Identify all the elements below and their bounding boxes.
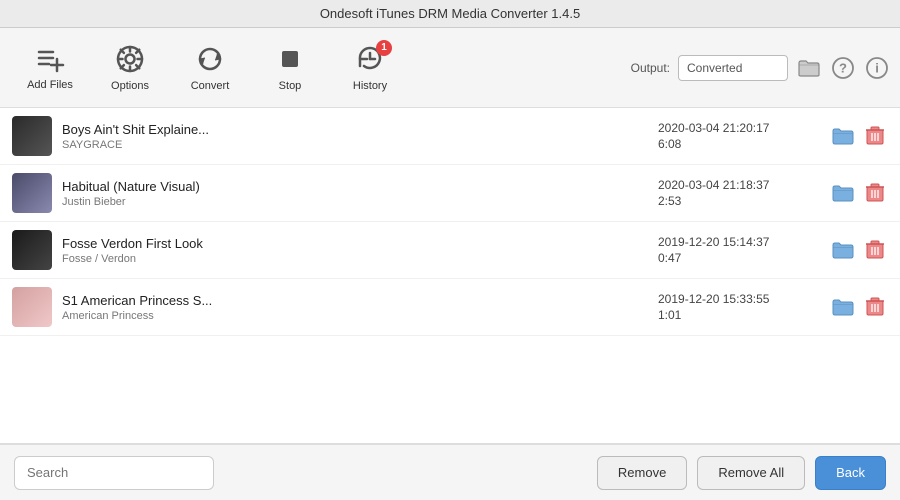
file-duration: 0:47 [658, 251, 681, 265]
file-info: Fosse Verdon First Look Fosse / Verdon [62, 236, 648, 265]
file-artist: Fosse / Verdon [62, 253, 648, 265]
file-artist: Justin Bieber [62, 196, 648, 208]
remove-button[interactable]: Remove [597, 456, 687, 490]
table-row: Habitual (Nature Visual) Justin Bieber 2… [0, 165, 900, 222]
file-list: Boys Ain't Shit Explaine... SAYGRACE 202… [0, 108, 900, 444]
stop-button[interactable]: Stop [250, 38, 330, 98]
options-icon [115, 44, 145, 74]
info-button[interactable]: i [864, 55, 890, 81]
file-meta: 2020-03-04 21:20:17 6:08 [658, 121, 818, 151]
file-thumbnail [12, 230, 52, 270]
file-info: S1 American Princess S... American Princ… [62, 293, 648, 322]
output-input[interactable] [678, 55, 788, 81]
file-meta: 2020-03-04 21:18:37 2:53 [658, 178, 818, 208]
search-input[interactable] [14, 456, 214, 490]
window-title: Ondesoft iTunes DRM Media Converter 1.4.… [320, 6, 580, 21]
bottom-bar: Remove Remove All Back [0, 444, 900, 500]
file-delete-button[interactable] [862, 295, 888, 319]
file-artist: American Princess [62, 310, 648, 322]
file-title: Habitual (Nature Visual) [62, 179, 648, 194]
file-title: Fosse Verdon First Look [62, 236, 648, 251]
stop-label: Stop [279, 80, 302, 92]
file-date: 2019-12-20 15:14:37 [658, 235, 769, 249]
add-files-icon [35, 45, 65, 73]
add-files-label: Add Files [27, 79, 73, 91]
file-meta: 2019-12-20 15:14:37 0:47 [658, 235, 818, 265]
file-folder-button[interactable] [828, 296, 858, 318]
file-duration: 6:08 [658, 137, 681, 151]
add-files-button[interactable]: Add Files [10, 39, 90, 97]
file-actions [828, 238, 888, 262]
remove-all-button[interactable]: Remove All [697, 456, 805, 490]
file-thumbnail [12, 287, 52, 327]
convert-label: Convert [191, 80, 230, 92]
history-label: History [353, 80, 387, 92]
browse-folder-button[interactable] [796, 57, 822, 79]
file-delete-button[interactable] [862, 181, 888, 205]
back-button[interactable]: Back [815, 456, 886, 490]
file-date: 2020-03-04 21:18:37 [658, 178, 769, 192]
file-duration: 1:01 [658, 308, 681, 322]
file-info: Habitual (Nature Visual) Justin Bieber [62, 179, 648, 208]
file-actions [828, 181, 888, 205]
file-info: Boys Ain't Shit Explaine... SAYGRACE [62, 122, 648, 151]
stop-icon [275, 44, 305, 74]
convert-icon [195, 44, 225, 74]
file-delete-button[interactable] [862, 238, 888, 262]
convert-button[interactable]: Convert [170, 38, 250, 98]
file-delete-button[interactable] [862, 124, 888, 148]
title-bar: Ondesoft iTunes DRM Media Converter 1.4.… [0, 0, 900, 28]
file-artist: SAYGRACE [62, 139, 648, 151]
file-folder-button[interactable] [828, 182, 858, 204]
table-row: S1 American Princess S... American Princ… [0, 279, 900, 336]
output-label: Output: [631, 61, 670, 75]
history-button[interactable]: 1 History [330, 38, 410, 98]
file-date: 2019-12-20 15:33:55 [658, 292, 769, 306]
svg-text:i: i [875, 60, 879, 75]
file-date: 2020-03-04 21:20:17 [658, 121, 769, 135]
help-button[interactable]: ? [830, 55, 856, 81]
toolbar: Add Files Options [0, 28, 900, 108]
file-title: S1 American Princess S... [62, 293, 648, 308]
svg-text:?: ? [839, 60, 847, 75]
history-badge: 1 [376, 40, 392, 56]
file-meta: 2019-12-20 15:33:55 1:01 [658, 292, 818, 322]
table-row: Fosse Verdon First Look Fosse / Verdon 2… [0, 222, 900, 279]
file-actions [828, 295, 888, 319]
file-duration: 2:53 [658, 194, 681, 208]
file-thumbnail [12, 116, 52, 156]
output-area: Output: ? i [631, 55, 890, 81]
options-label: Options [111, 80, 149, 92]
file-title: Boys Ain't Shit Explaine... [62, 122, 648, 137]
options-button[interactable]: Options [90, 38, 170, 98]
table-row: Boys Ain't Shit Explaine... SAYGRACE 202… [0, 108, 900, 165]
file-thumbnail [12, 173, 52, 213]
file-actions [828, 124, 888, 148]
file-folder-button[interactable] [828, 125, 858, 147]
file-folder-button[interactable] [828, 239, 858, 261]
